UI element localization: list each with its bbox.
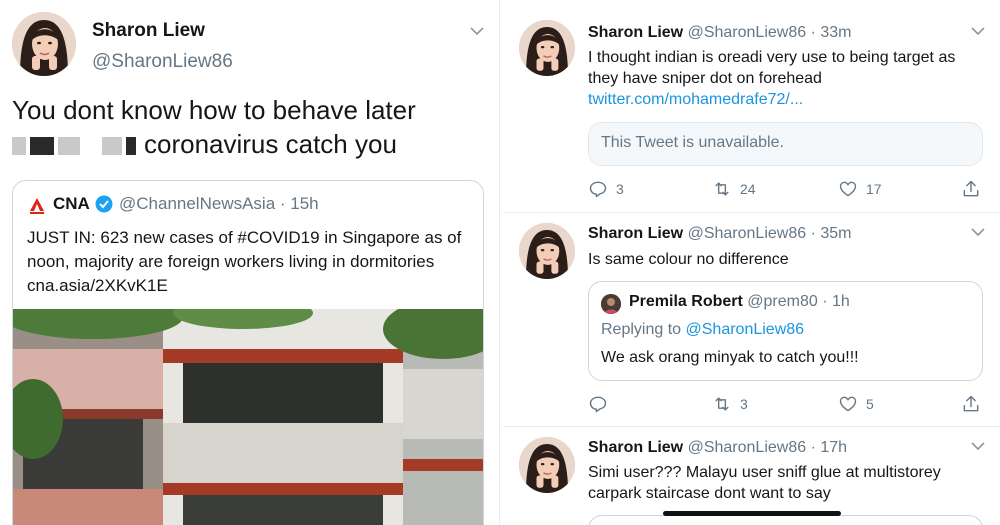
like-count: 5 bbox=[866, 396, 874, 412]
avatar[interactable] bbox=[519, 20, 575, 76]
dormitory-photo[interactable] bbox=[13, 309, 483, 525]
redaction-mark bbox=[58, 137, 80, 156]
chevron-down-icon[interactable] bbox=[971, 441, 985, 451]
tweet-text: I thought indian is oreadi very use to b… bbox=[588, 47, 983, 110]
home-indicator bbox=[663, 511, 841, 516]
author-meta[interactable]: @SharonLiew86 · 35m bbox=[688, 225, 852, 242]
unavailable-tweet-card: This Tweet is unavailable. bbox=[588, 122, 983, 166]
share-button[interactable] bbox=[961, 178, 981, 200]
quote-author-handle[interactable]: @ChannelNewsAsia · 15h bbox=[119, 194, 319, 214]
reply-button[interactable] bbox=[588, 393, 616, 415]
quoted-tweet-card[interactable]: Premila Robert @prem80 · 1h Replying to … bbox=[588, 281, 983, 381]
tweet-text: Simi user??? Malayu user sniff glue at m… bbox=[588, 464, 941, 502]
tweet-link[interactable]: twitter.com/mohamedrafe72/... bbox=[588, 89, 983, 110]
quote-header: Premila Robert @prem80 · 1h bbox=[629, 293, 850, 311]
retweet-button[interactable]: 24 bbox=[712, 178, 756, 200]
feed-tweet-1[interactable]: Sharon Liew @SharonLiew86 · 33m I though… bbox=[503, 0, 1000, 212]
author-meta[interactable]: @SharonLiew86 · 17h bbox=[688, 439, 847, 456]
author-name[interactable]: Sharon Liew bbox=[588, 24, 683, 41]
tweet-text: You dont know how to behave later corona… bbox=[12, 93, 482, 161]
redaction-mark bbox=[12, 137, 26, 156]
tweet-text-line-2-wrap: coronavirus catch you bbox=[12, 127, 482, 161]
right-feed-panel: Sharon Liew @SharonLiew86 · 33m I though… bbox=[503, 0, 1000, 525]
like-button[interactable]: 5 bbox=[838, 393, 874, 415]
feed-tweet-2[interactable]: Sharon Liew @SharonLiew86 · 35m Is same … bbox=[503, 213, 1000, 426]
share-button[interactable] bbox=[961, 393, 981, 415]
retweet-icon bbox=[715, 397, 729, 411]
author-name[interactable]: Sharon Liew bbox=[588, 225, 683, 242]
redaction-mark bbox=[126, 137, 136, 156]
avatar[interactable] bbox=[519, 437, 575, 493]
replying-handle[interactable]: @SharonLiew86 bbox=[686, 321, 805, 338]
avatar[interactable] bbox=[12, 12, 76, 76]
author-handle[interactable]: @SharonLiew86 bbox=[92, 51, 233, 73]
quote-text: JUST IN: 623 new cases of #COVID19 in Si… bbox=[27, 228, 462, 295]
chevron-down-icon[interactable] bbox=[971, 26, 985, 36]
quote-text: We ask orang minyak to catch you!!! bbox=[601, 349, 859, 366]
like-button[interactable]: 17 bbox=[838, 178, 882, 200]
replying-prefix: Replying to bbox=[601, 321, 682, 338]
like-count: 17 bbox=[866, 181, 882, 197]
panel-divider-line bbox=[499, 0, 500, 525]
quote-author-name[interactable]: CNA bbox=[53, 194, 90, 214]
verified-badge-icon bbox=[95, 195, 113, 213]
quoted-tweet-card[interactable] bbox=[588, 515, 983, 525]
redaction-mark bbox=[102, 137, 122, 156]
author-name[interactable]: Sharon Liew bbox=[588, 439, 683, 456]
quote-author-meta[interactable]: @prem80 · 1h bbox=[747, 293, 850, 310]
tweet-header: Sharon Liew @SharonLiew86 · 17h bbox=[588, 439, 847, 457]
share-icon bbox=[963, 395, 979, 412]
retweet-icon bbox=[715, 182, 729, 196]
cna-logo-icon bbox=[29, 197, 45, 215]
heart-icon bbox=[839, 181, 857, 197]
retweet-count: 24 bbox=[740, 181, 756, 197]
retweet-button[interactable]: 3 bbox=[712, 393, 748, 415]
tweet-actions: 3 5 bbox=[588, 393, 983, 415]
share-icon bbox=[963, 180, 979, 197]
chevron-down-icon[interactable] bbox=[971, 227, 985, 237]
reply-icon bbox=[589, 181, 607, 198]
quote-author-name[interactable]: Premila Robert bbox=[629, 293, 743, 310]
author-name[interactable]: Sharon Liew bbox=[92, 20, 205, 42]
reply-button[interactable]: 3 bbox=[588, 178, 624, 200]
heart-icon bbox=[839, 396, 857, 412]
tweet-actions: 3 24 17 bbox=[588, 178, 983, 200]
left-tweet-panel: Sharon Liew @SharonLiew86 You dont know … bbox=[0, 0, 497, 525]
author-meta[interactable]: @SharonLiew86 · 33m bbox=[688, 24, 852, 41]
avatar[interactable] bbox=[601, 294, 621, 314]
avatar[interactable] bbox=[519, 223, 575, 279]
tweet-text-line-2: coronavirus catch you bbox=[144, 129, 397, 159]
redaction-mark bbox=[30, 137, 54, 156]
retweet-count: 3 bbox=[740, 396, 748, 412]
quoted-tweet-card[interactable]: CNA @ChannelNewsAsia · 15h JUST IN: 623 … bbox=[12, 180, 484, 525]
tweet-header: Sharon Liew @SharonLiew86 · 35m bbox=[588, 225, 851, 243]
chevron-down-icon[interactable] bbox=[470, 26, 484, 36]
tweet-text-body: I thought indian is oreadi very use to b… bbox=[588, 49, 956, 87]
reply-icon bbox=[589, 396, 607, 413]
tweet-header: Sharon Liew @SharonLiew86 · 33m bbox=[588, 24, 851, 42]
reply-count: 3 bbox=[616, 181, 624, 197]
replying-to: Replying to @SharonLiew86 bbox=[601, 321, 804, 339]
tweet-text: Is same colour no difference bbox=[588, 251, 789, 268]
tweet-text-line-1: You dont know how to behave later bbox=[12, 95, 416, 125]
